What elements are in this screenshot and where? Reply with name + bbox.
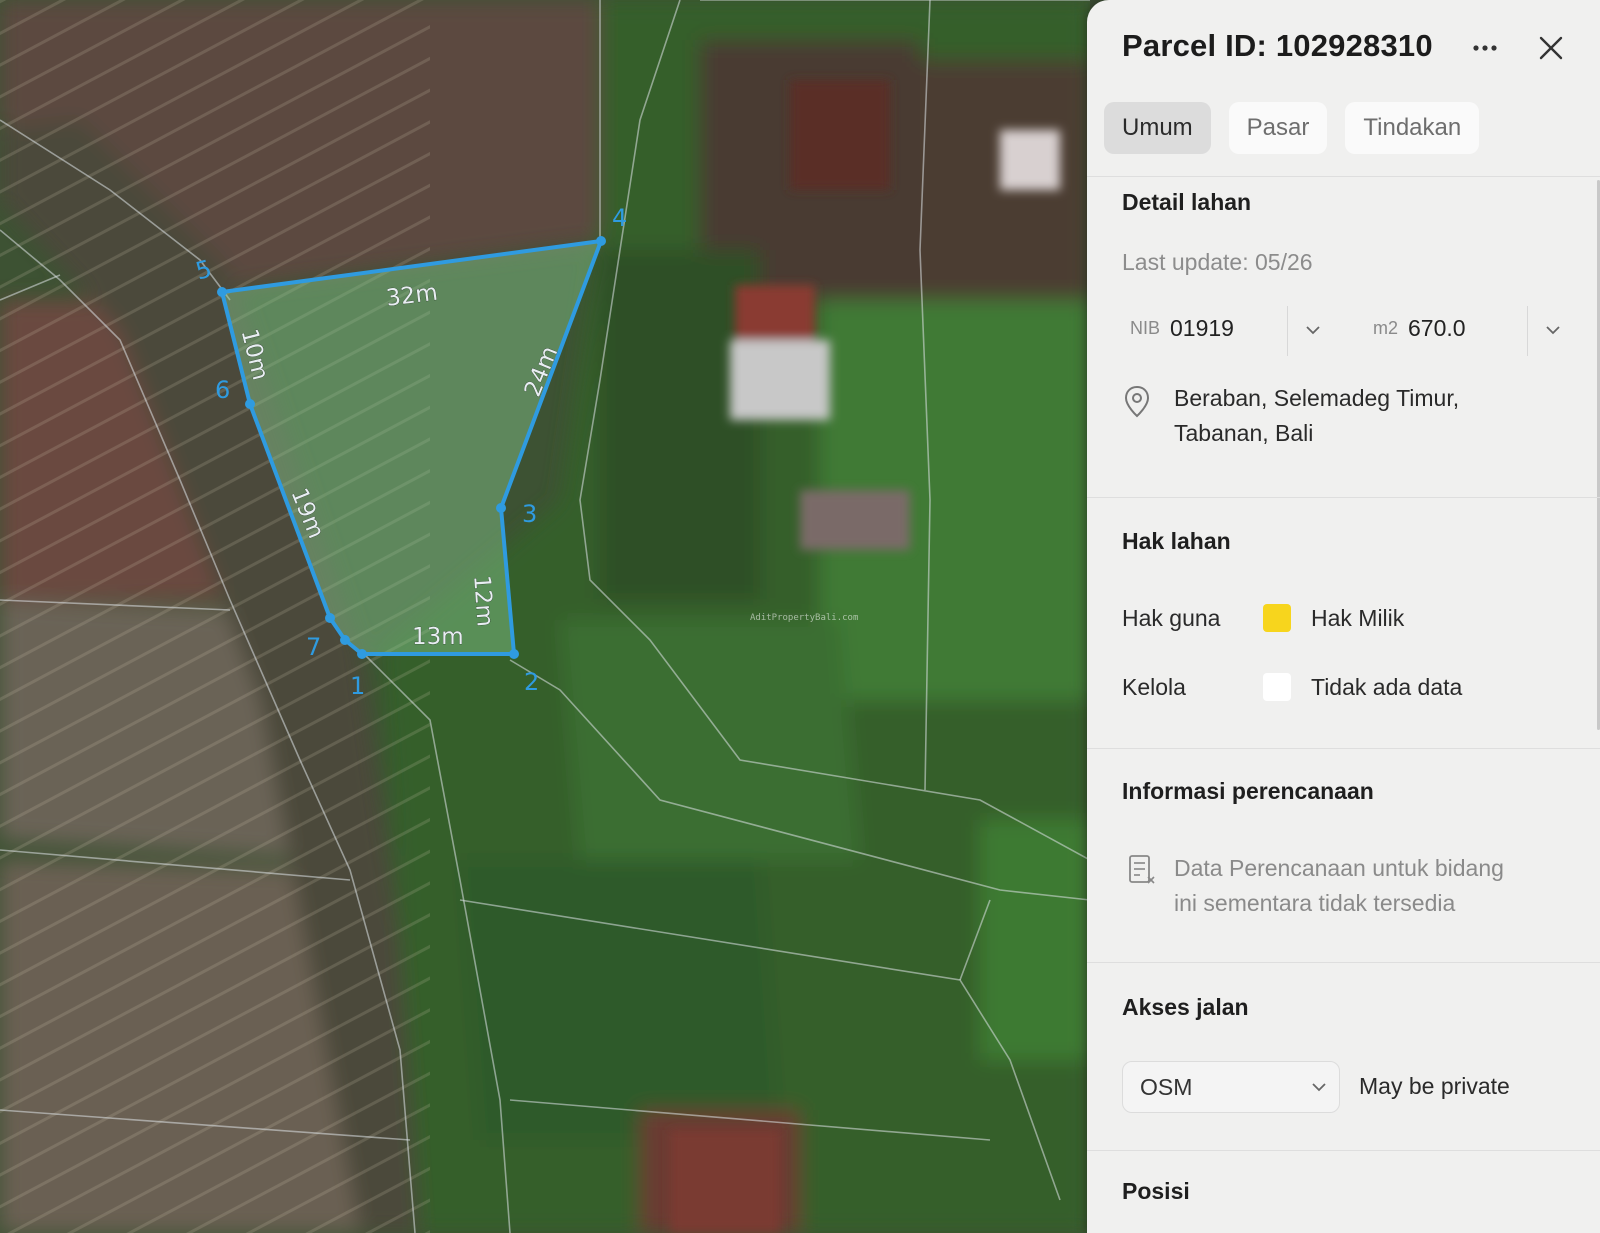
road-source-value: OSM [1140,1073,1193,1100]
chevron-down-icon [1546,326,1560,335]
location-line-1: Beraban, Selemadeg Timur, [1174,385,1460,411]
rights-value-kelola: Tidak ada data [1311,674,1463,700]
location-line-2: Tabanan, Bali [1174,420,1314,446]
area-field[interactable]: m2 670.0 [1373,302,1466,354]
divider [1087,748,1600,749]
vertex-handle[interactable] [217,287,227,297]
divider [1087,1150,1600,1151]
vertex-label-2: 2 [524,668,539,696]
vertex-label-3: 3 [522,500,537,528]
watermark: AditPropertyBali.com [750,613,858,623]
rights-color-swatch [1263,673,1291,701]
nib-dropdown-button[interactable] [1295,312,1331,348]
section-heading-rights: Hak lahan [1122,528,1231,554]
divider [1087,176,1600,177]
panel-tabs: Umum Pasar Tindakan [1104,102,1480,154]
satellite-map[interactable]: 1 2 3 4 5 6 7 32m 24m 12m 13m 19m 10m Ad… [0,0,1090,1233]
vertex-handle[interactable] [340,635,350,645]
rights-label-kelola: Kelola [1122,674,1186,700]
field-separator [1527,306,1528,356]
vertex-handle[interactable] [357,649,367,659]
vertex-handle[interactable] [496,503,506,513]
vertex-handle[interactable] [245,399,255,409]
field-separator [1287,306,1288,356]
vertex-handle[interactable] [509,649,519,659]
section-heading-detail: Detail lahan [1122,189,1252,215]
rights-label-hak-guna: Hak guna [1122,605,1221,631]
chevron-down-icon [1306,326,1320,335]
location-text: Beraban, Selemadeg Timur, Tabanan, Bali [1174,381,1554,451]
divider [1087,497,1600,498]
section-heading-road-access: Akses jalan [1122,994,1249,1020]
area-unit-label: m2 [1373,317,1399,338]
tab-pasar[interactable]: Pasar [1228,102,1328,154]
section-heading-position: Posisi [1122,1178,1190,1204]
planning-message-line-1: Data Perencanaan untuk bidang [1174,855,1504,881]
vertex-label-7: 7 [306,633,321,661]
edge-length-label: 12m [468,574,498,627]
road-source-select[interactable]: OSM [1122,1061,1340,1113]
last-update-text: Last update: 05/26 [1122,249,1313,275]
nib-label: NIB [1130,317,1161,338]
section-heading-planning: Informasi perencanaan [1122,778,1374,804]
edge-length-label: 13m [412,624,464,650]
vertex-handle[interactable] [596,236,606,246]
vertex-label-6: 6 [215,376,230,404]
planning-message-line-2: ini sementara tidak tersedia [1174,890,1456,916]
close-icon [1539,36,1563,60]
map-canvas[interactable]: 1 2 3 4 5 6 7 32m 24m 12m 13m 19m 10m Ad… [0,0,1090,1233]
tab-tindakan[interactable]: Tindakan [1345,102,1480,154]
nib-value: 01919 [1170,314,1234,341]
vertex-label-1: 1 [350,672,365,700]
area-dropdown-button[interactable] [1535,312,1571,348]
nib-field[interactable]: NIB 01919 [1130,302,1234,354]
chevron-down-icon [1312,1083,1326,1092]
road-access-note: May be private [1359,1073,1510,1099]
location-pin-icon [1123,385,1151,424]
parcel-detail-panel: Parcel ID: 102928310 Umum Pasar Tindakan… [1087,0,1600,1233]
rights-value-hak-guna: Hak Milik [1311,605,1405,631]
area-value: 670.0 [1408,314,1466,341]
divider [1087,962,1600,963]
tab-umum[interactable]: Umum [1104,102,1211,154]
parcel-title: Parcel ID: 102928310 [1122,28,1433,63]
vertex-label-4: 4 [612,204,627,232]
rights-color-swatch [1263,604,1291,632]
more-dots-icon [1473,45,1497,51]
document-off-icon [1127,853,1157,892]
close-button[interactable] [1531,28,1571,68]
planning-unavailable-message: Data Perencanaan untuk bidang ini sement… [1174,851,1574,921]
more-options-button[interactable] [1465,30,1505,66]
vertex-handle[interactable] [325,613,335,623]
